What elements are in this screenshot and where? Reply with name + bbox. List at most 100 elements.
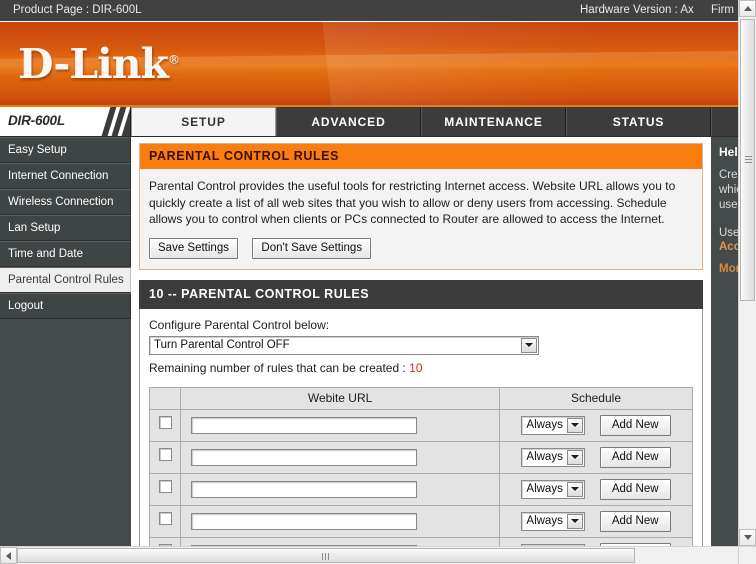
chevron-down-icon[interactable] [567,417,584,433]
panel-description: Parental Control provides the useful too… [149,179,676,226]
tab-status-label: STATUS [612,114,665,129]
remaining-rules-text: Remaining number of rules that can be cr… [149,361,693,375]
scrollbar-grip-icon [745,156,752,164]
scrollbar-grip-icon [322,553,330,560]
row-select-cell [148,472,182,506]
rule-checkbox[interactable] [158,448,172,461]
table-row: Always Add New [148,472,694,506]
model-name: DIR-600L [8,113,65,128]
row-schedule-cell: Always Add New [498,472,694,506]
rule-checkbox[interactable] [158,512,172,525]
row-select-cell [148,440,182,474]
tab-maintenance[interactable]: MAINTENANCE [421,107,566,136]
scrollbar-corner [738,546,756,564]
sidebar-item-time-and-date[interactable]: Time and Date [0,241,131,267]
column-header-select [148,386,182,410]
vertical-scrollbar-thumb[interactable] [740,19,755,301]
rules-section-body: Configure Parental Control below: Turn P… [139,308,703,546]
row-select-cell [148,504,182,538]
website-url-input[interactable] [191,481,418,499]
horizontal-scrollbar[interactable] [0,546,756,564]
sidebar-item-internet-connection[interactable]: Internet Connection [0,163,131,189]
column-header-website-url: Webite URL [180,386,500,410]
schedule-select[interactable]: Always [521,479,586,499]
table-row: Always Add New [148,440,694,474]
help-panel: Helpful Hints... Create a list of web si… [711,137,738,546]
chevron-down-icon[interactable] [567,481,584,497]
scroll-down-arrow-icon[interactable] [739,529,756,546]
scroll-left-arrow-icon[interactable] [0,547,17,564]
tab-advanced-label: ADVANCED [311,114,386,129]
tab-setup-label: SETUP [181,115,226,129]
sidebar-item-easy-setup[interactable]: Easy Setup [0,137,131,163]
row-schedule-cell: Always Add New [498,504,694,538]
tab-bar-filler [711,107,738,136]
table-row: Always Add New [148,536,694,546]
router-admin-page: Product Page : DIR-600L Hardware Version… [0,0,738,546]
help-panel-use-line: Use the Access Control [719,223,738,253]
sidebar-nav: Easy Setup Internet Connection Wireless … [0,137,131,546]
website-url-input[interactable] [191,417,418,435]
add-new-button[interactable]: Add New [599,414,671,436]
dlink-logo-text: D-Link [18,40,169,88]
sidebar-item-label: Parental Control Rules [8,274,124,286]
page-body: Easy Setup Internet Connection Wireless … [0,137,738,546]
model-badge: DIR-600L [0,107,131,136]
sidebar-item-wireless-connection[interactable]: Wireless Connection [0,189,131,215]
sidebar-item-label: Wireless Connection [8,196,114,208]
dont-save-settings-button[interactable]: Don't Save Settings [252,237,372,259]
browser-window: Product Page : DIR-600L Hardware Version… [0,0,756,564]
row-select-cell [148,408,182,442]
row-url-cell [180,440,500,474]
add-new-button[interactable]: Add New [599,478,671,500]
add-new-button[interactable]: Add New [599,446,671,468]
scroll-up-arrow-icon[interactable] [739,0,756,17]
registered-mark-icon: ® [167,52,180,67]
tab-advanced[interactable]: ADVANCED [276,107,421,136]
column-header-schedule: Schedule [498,386,694,410]
website-url-input[interactable] [191,449,418,467]
sidebar-item-label: Time and Date [8,248,83,260]
main-content: PARENTAL CONTROL RULES Parental Control … [131,137,711,546]
row-select-cell [148,536,182,546]
tab-setup[interactable]: SETUP [131,107,276,136]
dlink-logo: D-Link® [18,40,180,88]
page-viewport: Product Page : DIR-600L Hardware Version… [0,0,738,546]
help-more-link[interactable]: More... [719,263,738,275]
help-access-control-link[interactable]: Access Control [719,241,738,253]
website-url-input[interactable] [191,513,418,531]
parental-control-info-panel: PARENTAL CONTROL RULES Parental Control … [139,143,703,270]
sidebar-item-parental-control-rules[interactable]: Parental Control Rules [0,267,131,293]
schedule-select[interactable]: Always [521,511,586,531]
rules-section-title: 10 -- PARENTAL CONTROL RULES [139,279,703,309]
rules-table: Webite URL Schedule Always Add New Alway… [148,386,694,546]
vertical-scrollbar[interactable] [738,0,756,546]
tab-status[interactable]: STATUS [566,107,711,136]
horizontal-scrollbar-thumb[interactable] [17,548,635,563]
schedule-value: Always [526,482,563,495]
chevron-down-icon[interactable] [567,449,584,465]
rule-checkbox[interactable] [158,416,172,429]
schedule-value: Always [526,514,563,527]
chevron-down-icon[interactable] [521,337,537,353]
sidebar-item-lan-setup[interactable]: Lan Setup [0,215,131,241]
row-url-cell [180,504,500,538]
table-row: Always Add New [148,504,694,538]
parental-control-mode-select[interactable]: Turn Parental Control OFF [149,335,539,355]
rule-checkbox[interactable] [158,480,172,493]
product-page-label: Product Page : DIR-600L [13,4,142,16]
row-schedule-cell: Always Add New [498,408,694,442]
row-schedule-cell: Always Add New [498,536,694,546]
panel-title: PARENTAL CONTROL RULES [140,144,702,169]
row-schedule-cell: Always Add New [498,440,694,474]
panel-body: Parental Control provides the useful too… [140,169,702,269]
add-new-button[interactable]: Add New [599,510,671,532]
remaining-rules-label: Remaining number of rules that can be cr… [149,360,410,375]
help-panel-title: Helpful Hints... [719,145,738,159]
schedule-select[interactable]: Always [521,415,586,435]
chevron-down-icon[interactable] [567,513,584,529]
save-settings-button[interactable]: Save Settings [149,237,238,259]
sidebar-item-logout[interactable]: Logout [0,293,131,319]
firmware-version-label: Firm [710,4,734,16]
schedule-select[interactable]: Always [521,447,586,467]
